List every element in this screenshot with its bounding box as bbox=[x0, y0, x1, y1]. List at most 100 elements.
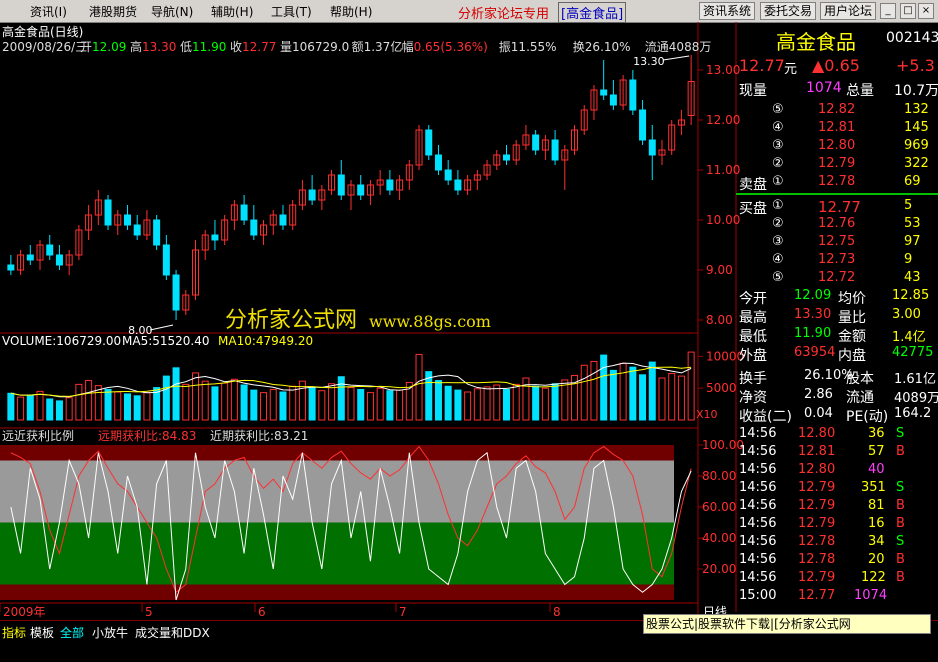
stat-label: 最低 bbox=[739, 329, 767, 345]
buy-volume: 9 bbox=[904, 252, 913, 267]
volume-bar bbox=[114, 391, 122, 421]
buy-volume: 53 bbox=[904, 216, 921, 231]
header-value: 1.37亿 bbox=[364, 39, 403, 54]
band-red-top bbox=[0, 445, 674, 461]
buy-volume: 43 bbox=[904, 270, 921, 285]
candle-body bbox=[629, 79, 637, 111]
fund-value: 164.2 bbox=[894, 406, 932, 421]
header-label: 幅 bbox=[402, 39, 414, 54]
header-value: 106729.0 bbox=[292, 40, 349, 54]
volume-bar bbox=[279, 391, 287, 421]
header-label: 高 bbox=[130, 39, 142, 54]
candle-body bbox=[454, 179, 462, 191]
tick-price: 12.79 bbox=[798, 570, 836, 585]
volume-bar bbox=[396, 389, 404, 421]
volume-bar bbox=[328, 383, 336, 421]
tick-price: 12.79 bbox=[798, 516, 836, 531]
tab-indicator[interactable]: 指标 bbox=[2, 624, 26, 641]
tab-template[interactable]: 模板 bbox=[30, 624, 54, 641]
tick-volume: 351 bbox=[861, 480, 886, 495]
volume-bar bbox=[454, 389, 462, 421]
buy-level: ④ bbox=[772, 252, 784, 267]
tick-volume: 57 bbox=[868, 444, 885, 459]
fund-value: 4089万 bbox=[894, 391, 938, 406]
buy-volume: 5 bbox=[904, 198, 913, 213]
tab-xiaofangniu[interactable]: 小放牛 bbox=[92, 624, 128, 641]
stat-value: 42775 bbox=[892, 345, 934, 360]
volume-bar bbox=[561, 379, 569, 421]
fund-value: 0.04 bbox=[804, 406, 833, 421]
fund-label: PE(动) bbox=[846, 409, 889, 425]
price-change-pct: +5.3 bbox=[896, 56, 935, 75]
chart-title: 高金食品(日线) bbox=[2, 24, 83, 39]
date-tick-label: 2009年 bbox=[3, 605, 46, 619]
tick-price: 12.79 bbox=[798, 480, 836, 495]
volume-bar bbox=[648, 361, 656, 421]
tick-volume: 34 bbox=[868, 534, 885, 549]
ma10-label: MA10:47949.20 bbox=[218, 334, 313, 348]
tick-time: 14:56 bbox=[739, 552, 777, 567]
tick-volume: 40 bbox=[868, 462, 885, 477]
tab-all[interactable]: 全部 bbox=[60, 624, 84, 641]
sell-price: 12.80 bbox=[818, 138, 856, 153]
stat-label: 今开 bbox=[739, 291, 767, 307]
near-ratio-label: 近期获利比:83.21 bbox=[210, 429, 308, 443]
stock-name: 高金食品 bbox=[776, 30, 856, 54]
header-value: 0.65(5.36%) bbox=[414, 40, 488, 54]
volume-bar bbox=[493, 384, 501, 421]
candle-body bbox=[250, 219, 258, 236]
volume-bar bbox=[386, 390, 394, 421]
fund-label: 净资 bbox=[739, 390, 767, 406]
buy-price: 12.77 bbox=[818, 198, 861, 216]
sell-price: 12.78 bbox=[818, 174, 856, 189]
volume-bar bbox=[619, 362, 627, 421]
volume-bar bbox=[75, 383, 83, 421]
fund-label: 收益(二) bbox=[739, 409, 792, 425]
tab-volume-ddx[interactable]: 成交量和DDX bbox=[135, 624, 210, 641]
volume-unit: X10 bbox=[696, 408, 718, 421]
max-arrow bbox=[663, 55, 690, 61]
band-red-bottom bbox=[0, 584, 674, 600]
tick-volume: 16 bbox=[868, 516, 885, 531]
sell-level: ③ bbox=[772, 138, 784, 153]
volume-bar bbox=[444, 385, 452, 421]
tick-side: B bbox=[896, 552, 905, 567]
tick-side: S bbox=[896, 534, 905, 549]
volume-bar bbox=[551, 383, 559, 421]
tick-price: 12.80 bbox=[798, 426, 836, 441]
sell-level: ⑤ bbox=[772, 102, 784, 117]
candle-body bbox=[600, 89, 608, 96]
volume-bar bbox=[639, 374, 647, 421]
volume-bar bbox=[502, 388, 510, 421]
volume-bar bbox=[123, 393, 131, 421]
buy-volume: 97 bbox=[904, 234, 921, 249]
header-float: 流通4088万 bbox=[645, 40, 712, 54]
header-label: 收 bbox=[230, 40, 242, 54]
candle-body bbox=[551, 139, 559, 161]
volume-bar bbox=[357, 388, 365, 421]
tick-side: S bbox=[896, 426, 905, 441]
date-tick-label: 8 bbox=[553, 605, 561, 619]
candle-body bbox=[639, 109, 647, 141]
quote-panel: 高金食品 002143 12.77 元 ▲0.65 +5.3 现量 1074 总量 10.7万 ⑤ 1… bbox=[736, 22, 938, 622]
buy-price: 12.76 bbox=[818, 216, 856, 231]
tick-price: 12.78 bbox=[798, 534, 836, 549]
buy-level: ① bbox=[772, 198, 784, 213]
volume-bar bbox=[17, 396, 25, 421]
last-price: 12.77 bbox=[739, 56, 785, 75]
volume-bar bbox=[143, 392, 151, 421]
header-turnover: 换26.10% bbox=[573, 40, 631, 54]
watermark: 分析家公式网 www.88gs.com bbox=[225, 302, 491, 334]
tick-time: 14:56 bbox=[739, 444, 777, 459]
tick-side: S bbox=[896, 480, 905, 495]
fund-value: 1.61亿 bbox=[894, 372, 936, 387]
candle-body bbox=[46, 244, 54, 256]
volume-tick-label: 5000 bbox=[706, 381, 737, 395]
date-tick-label: 6 bbox=[258, 605, 266, 619]
ad-banner[interactable]: 股票公式|股票软件下载|[分析家公式网www.88gs.com] bbox=[643, 614, 931, 649]
candle-body bbox=[211, 234, 219, 241]
tick-side: B bbox=[896, 444, 905, 459]
volume-bar bbox=[162, 375, 170, 421]
tick-time: 14:56 bbox=[739, 534, 777, 549]
stat-label: 内盘 bbox=[838, 348, 866, 364]
